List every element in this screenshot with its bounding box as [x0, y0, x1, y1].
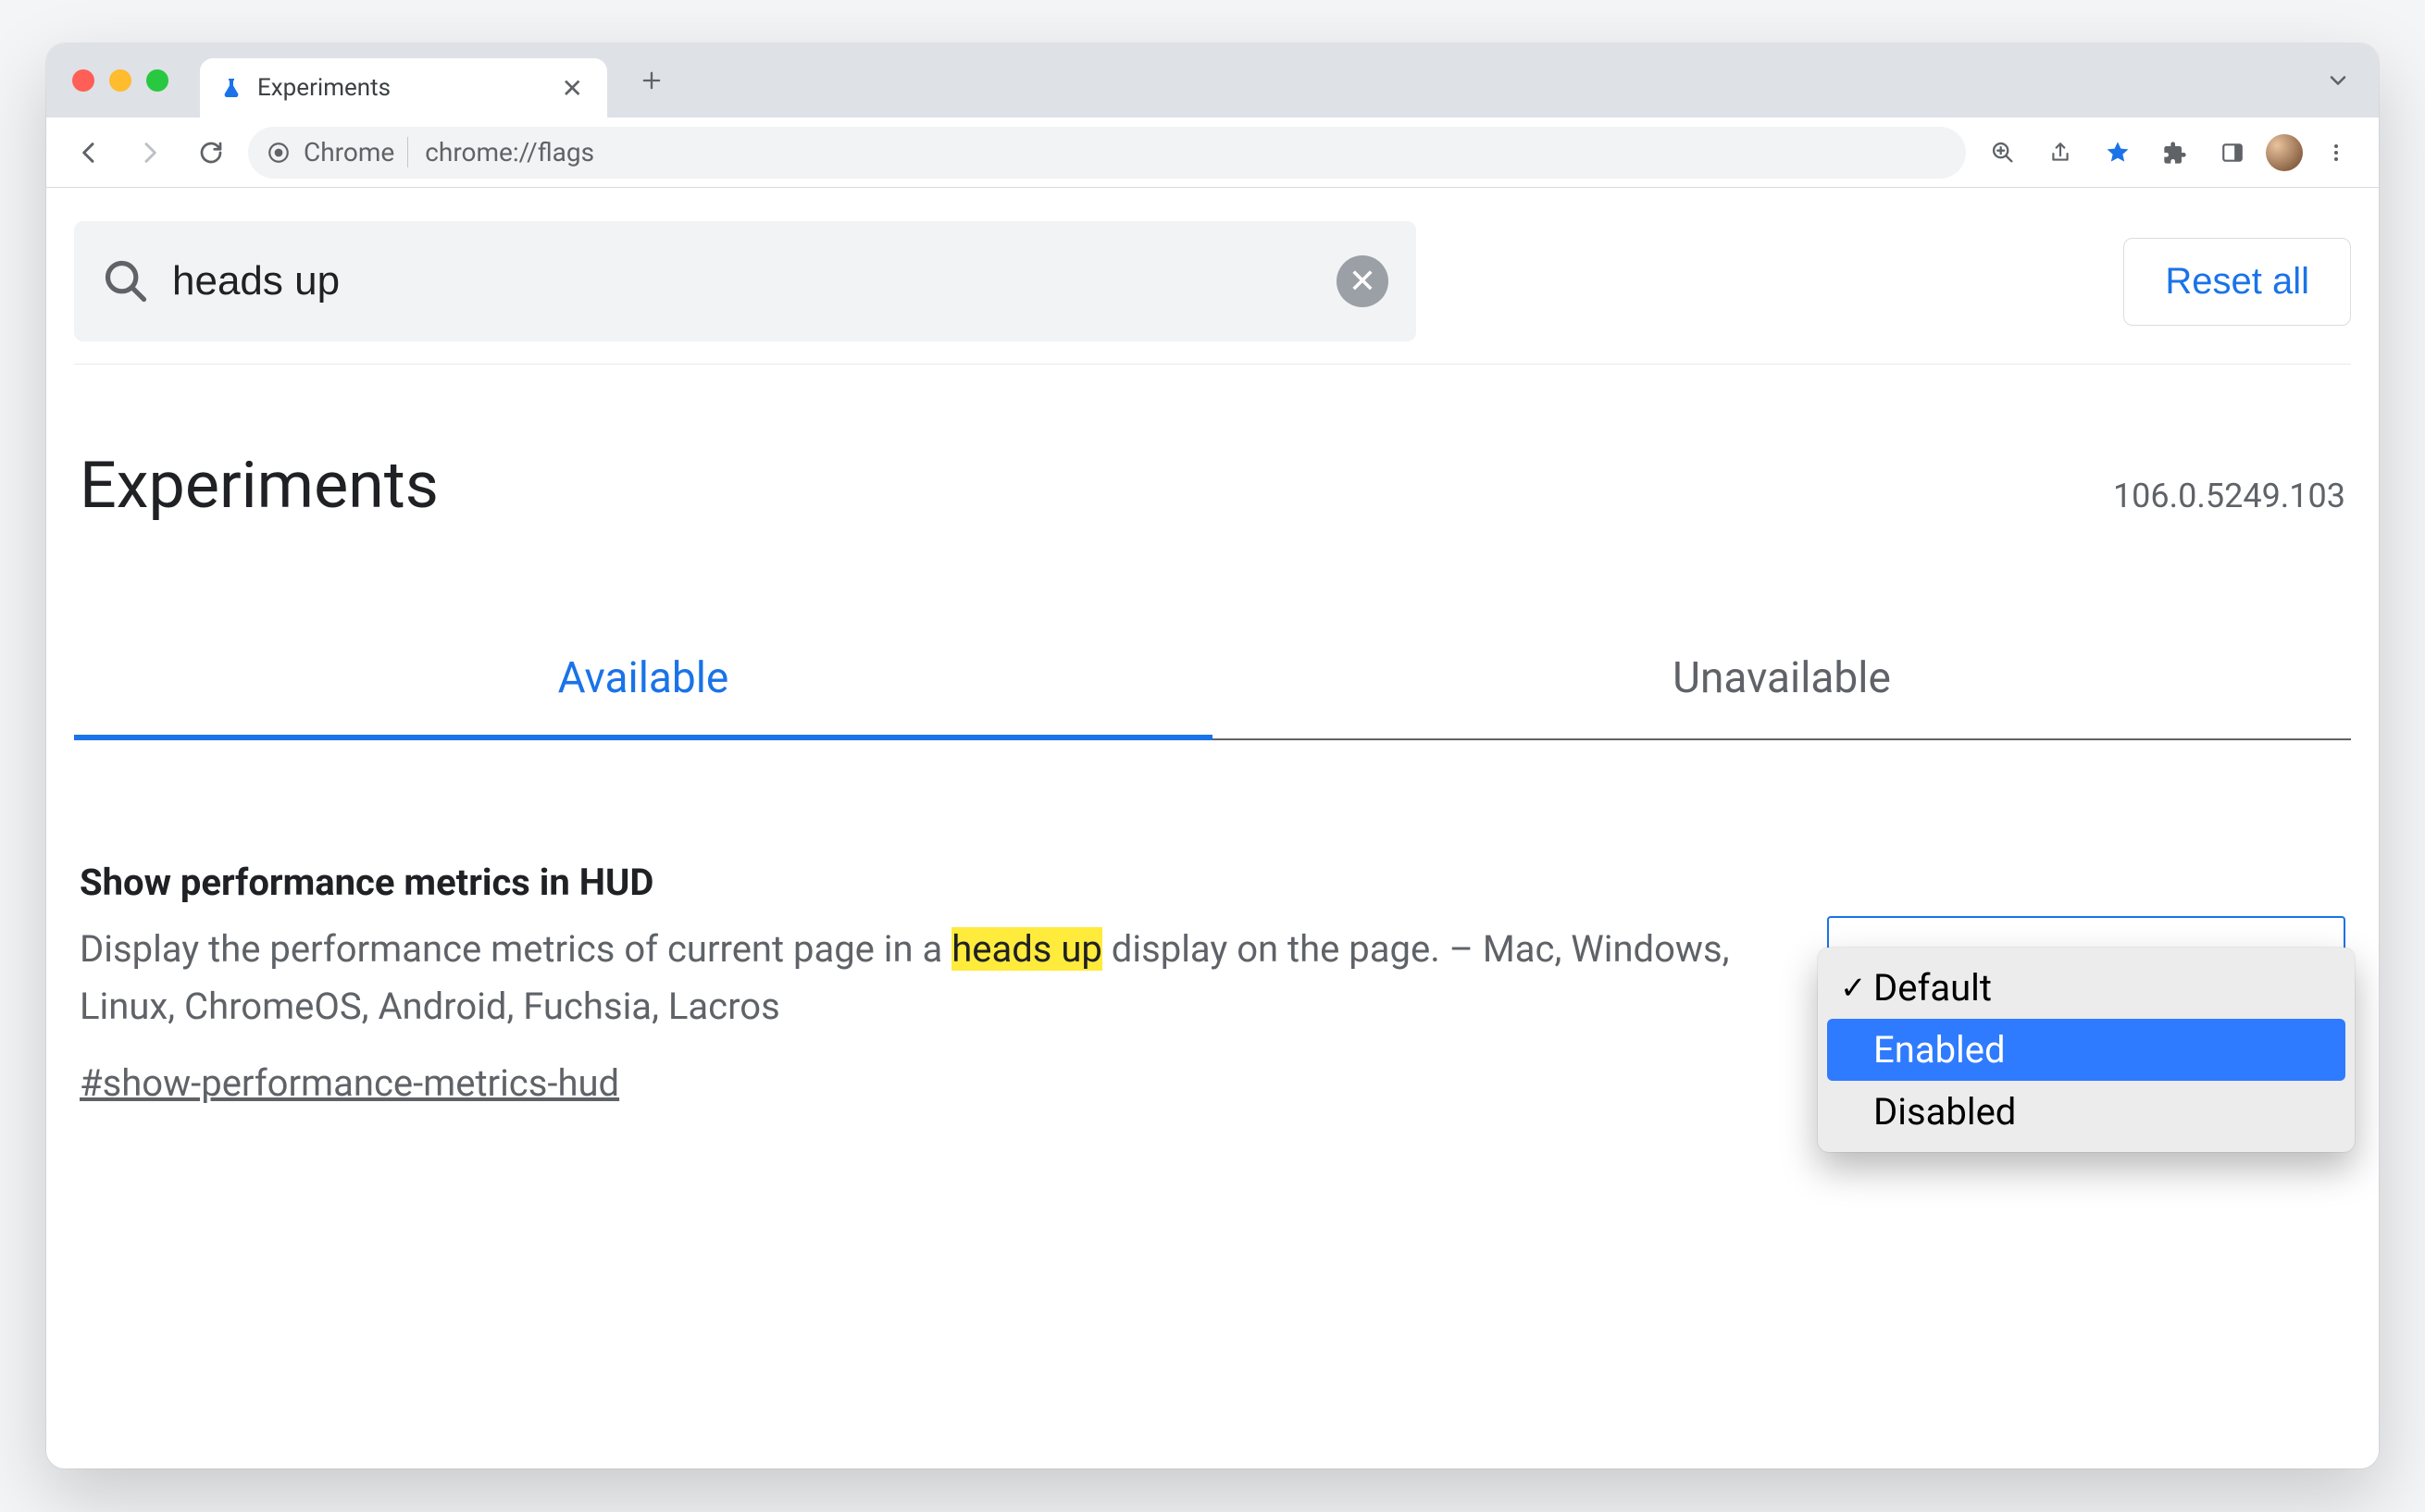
close-window-button[interactable] — [72, 69, 94, 92]
flask-icon — [218, 75, 244, 101]
page-content: ✕ Reset all Experiments 106.0.5249.103 A… — [46, 188, 2379, 1469]
tab-title: Experiments — [257, 74, 543, 102]
forward-button[interactable] — [126, 129, 174, 177]
omnibox-url: chrome://flags — [425, 137, 594, 167]
flag-desc-before: Display the performance metrics of curre… — [80, 927, 951, 971]
flag-anchor-link[interactable]: #show-performance-metrics-hud — [80, 1061, 619, 1105]
search-row: ✕ Reset all — [74, 216, 2351, 365]
search-input[interactable] — [172, 258, 1314, 304]
option-disabled[interactable]: Disabled — [1827, 1081, 2345, 1143]
flag-description: Display the performance metrics of curre… — [80, 921, 1790, 1035]
kebab-menu-icon[interactable] — [2312, 129, 2360, 177]
tab-strip: Experiments ✕ — [46, 43, 2379, 118]
omnibox-chip: Chrome — [304, 137, 408, 167]
option-enabled[interactable]: Enabled — [1827, 1019, 2345, 1081]
tabs-row: Available Unavailable — [74, 653, 2351, 740]
bookmark-star-icon[interactable] — [2094, 129, 2142, 177]
extensions-icon[interactable] — [2151, 129, 2199, 177]
new-tab-button[interactable] — [629, 58, 674, 103]
site-info-icon[interactable] — [267, 141, 291, 165]
minimize-window-button[interactable] — [109, 69, 131, 92]
window-controls — [65, 69, 168, 92]
chrome-version: 106.0.5249.103 — [2113, 477, 2345, 515]
browser-tab[interactable]: Experiments ✕ — [200, 58, 607, 118]
back-button[interactable] — [65, 129, 113, 177]
option-default[interactable]: Default — [1827, 957, 2345, 1019]
toolbar-actions — [1979, 129, 2360, 177]
flag-title: Show performance metrics in HUD — [80, 861, 1790, 904]
tab-list-dropdown[interactable] — [2316, 58, 2360, 103]
fullscreen-window-button[interactable] — [146, 69, 168, 92]
search-icon — [102, 257, 150, 305]
reset-all-button[interactable]: Reset all — [2123, 238, 2351, 326]
sidepanel-icon[interactable] — [2208, 129, 2257, 177]
tab-unavailable[interactable]: Unavailable — [1212, 653, 2351, 738]
flag-desc-highlight: heads up — [951, 927, 1102, 971]
flag-dropdown: Default Enabled Disabled — [1818, 948, 2355, 1152]
reload-button[interactable] — [187, 129, 235, 177]
flag-item: Show performance metrics in HUD Display … — [74, 861, 2351, 1105]
toolbar: Chrome chrome://flags — [46, 118, 2379, 188]
zoom-icon[interactable] — [1979, 129, 2027, 177]
flags-searchbox[interactable]: ✕ — [74, 221, 1416, 341]
clear-search-icon[interactable]: ✕ — [1337, 255, 1388, 307]
share-icon[interactable] — [2036, 129, 2084, 177]
avatar[interactable] — [2266, 134, 2303, 171]
close-tab-icon[interactable]: ✕ — [556, 73, 589, 104]
omnibox[interactable]: Chrome chrome://flags — [248, 127, 1966, 179]
page-title: Experiments — [80, 448, 439, 524]
browser-window: Experiments ✕ Chrome chrome://flags — [46, 43, 2379, 1469]
header-row: Experiments 106.0.5249.103 — [74, 448, 2351, 524]
tab-available[interactable]: Available — [74, 653, 1212, 738]
flag-text: Show performance metrics in HUD Display … — [80, 861, 1790, 1105]
